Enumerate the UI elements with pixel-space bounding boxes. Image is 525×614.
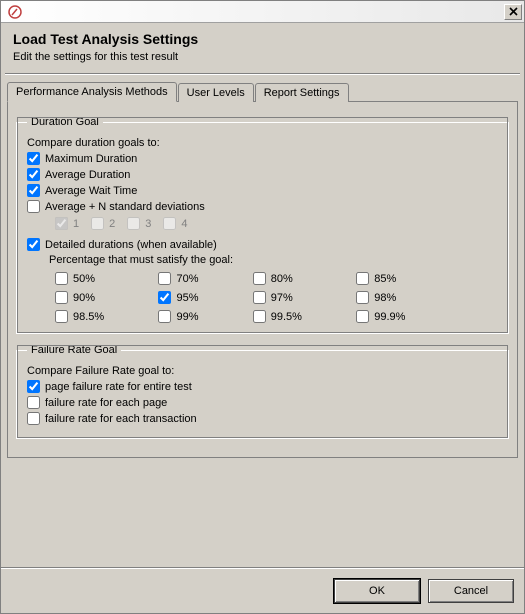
cancel-button[interactable]: Cancel bbox=[428, 579, 514, 603]
checkbox-85pct[interactable] bbox=[356, 272, 369, 285]
dialog-footer: OK Cancel bbox=[1, 568, 524, 613]
label-avg-wait: Average Wait Time bbox=[45, 185, 137, 197]
percentage-label: Percentage that must satisfy the goal: bbox=[27, 254, 498, 266]
label-avg-nstd: Average + N standard deviations bbox=[45, 201, 205, 213]
label-failure-entire: page failure rate for entire test bbox=[45, 381, 192, 393]
checkbox-97pct[interactable] bbox=[253, 291, 266, 304]
checkbox-failure-each-page[interactable] bbox=[27, 396, 40, 409]
tab-row: Performance Analysis Methods User Levels… bbox=[7, 82, 518, 102]
tab-user-levels[interactable]: User Levels bbox=[178, 83, 254, 102]
std-dev-row: 1 2 3 4 bbox=[27, 217, 498, 230]
close-button[interactable] bbox=[504, 4, 522, 20]
dialog-title: Load Test Analysis Settings bbox=[13, 31, 512, 47]
checkbox-std-4 bbox=[163, 217, 176, 230]
tab-report-settings[interactable]: Report Settings bbox=[255, 83, 349, 102]
dialog-subtitle: Edit the settings for this test result bbox=[13, 51, 512, 63]
duration-goal-legend: Duration Goal bbox=[27, 116, 103, 128]
checkbox-985pct[interactable] bbox=[55, 310, 68, 323]
checkbox-995pct[interactable] bbox=[253, 310, 266, 323]
checkbox-avg-wait[interactable] bbox=[27, 184, 40, 197]
duration-goal-group: Duration Goal Compare duration goals to:… bbox=[16, 116, 509, 334]
checkbox-80pct[interactable] bbox=[253, 272, 266, 285]
dialog-header: Load Test Analysis Settings Edit the set… bbox=[1, 23, 524, 73]
close-icon bbox=[509, 7, 518, 16]
checkbox-99pct[interactable] bbox=[158, 310, 171, 323]
failure-rate-legend: Failure Rate Goal bbox=[27, 344, 121, 356]
label-failure-each-txn: failure rate for each transaction bbox=[45, 413, 197, 425]
checkbox-avg-duration[interactable] bbox=[27, 168, 40, 181]
checkbox-avg-nstd[interactable] bbox=[27, 200, 40, 213]
checkbox-50pct[interactable] bbox=[55, 272, 68, 285]
label-avg-duration: Average Duration bbox=[45, 169, 130, 181]
tab-panel: Duration Goal Compare duration goals to:… bbox=[7, 101, 518, 458]
checkbox-max-duration[interactable] bbox=[27, 152, 40, 165]
checkbox-failure-entire[interactable] bbox=[27, 380, 40, 393]
failure-compare-label: Compare Failure Rate goal to: bbox=[27, 365, 498, 377]
checkbox-std-3 bbox=[127, 217, 140, 230]
checkbox-std-2 bbox=[91, 217, 104, 230]
label-detailed-durations: Detailed durations (when available) bbox=[45, 239, 217, 251]
checkbox-std-1 bbox=[55, 217, 68, 230]
dialog-window: Load Test Analysis Settings Edit the set… bbox=[0, 0, 525, 614]
failure-rate-group: Failure Rate Goal Compare Failure Rate g… bbox=[16, 344, 509, 439]
checkbox-90pct[interactable] bbox=[55, 291, 68, 304]
duration-compare-label: Compare duration goals to: bbox=[27, 137, 498, 149]
label-max-duration: Maximum Duration bbox=[45, 153, 137, 165]
checkbox-failure-each-txn[interactable] bbox=[27, 412, 40, 425]
ok-button[interactable]: OK bbox=[334, 579, 420, 603]
checkbox-70pct[interactable] bbox=[158, 272, 171, 285]
divider bbox=[5, 73, 520, 75]
checkbox-999pct[interactable] bbox=[356, 310, 369, 323]
titlebar bbox=[1, 1, 524, 23]
app-icon bbox=[7, 4, 23, 20]
checkbox-95pct[interactable] bbox=[158, 291, 171, 304]
tab-performance-analysis[interactable]: Performance Analysis Methods bbox=[7, 82, 177, 102]
label-failure-each-page: failure rate for each page bbox=[45, 397, 167, 409]
checkbox-detailed-durations[interactable] bbox=[27, 238, 40, 251]
checkbox-98pct[interactable] bbox=[356, 291, 369, 304]
percentage-grid: 50% 70% 80% 85% 90% 95% 97% 98% 98.5% 99… bbox=[27, 272, 498, 323]
tabs-container: Performance Analysis Methods User Levels… bbox=[1, 81, 524, 458]
